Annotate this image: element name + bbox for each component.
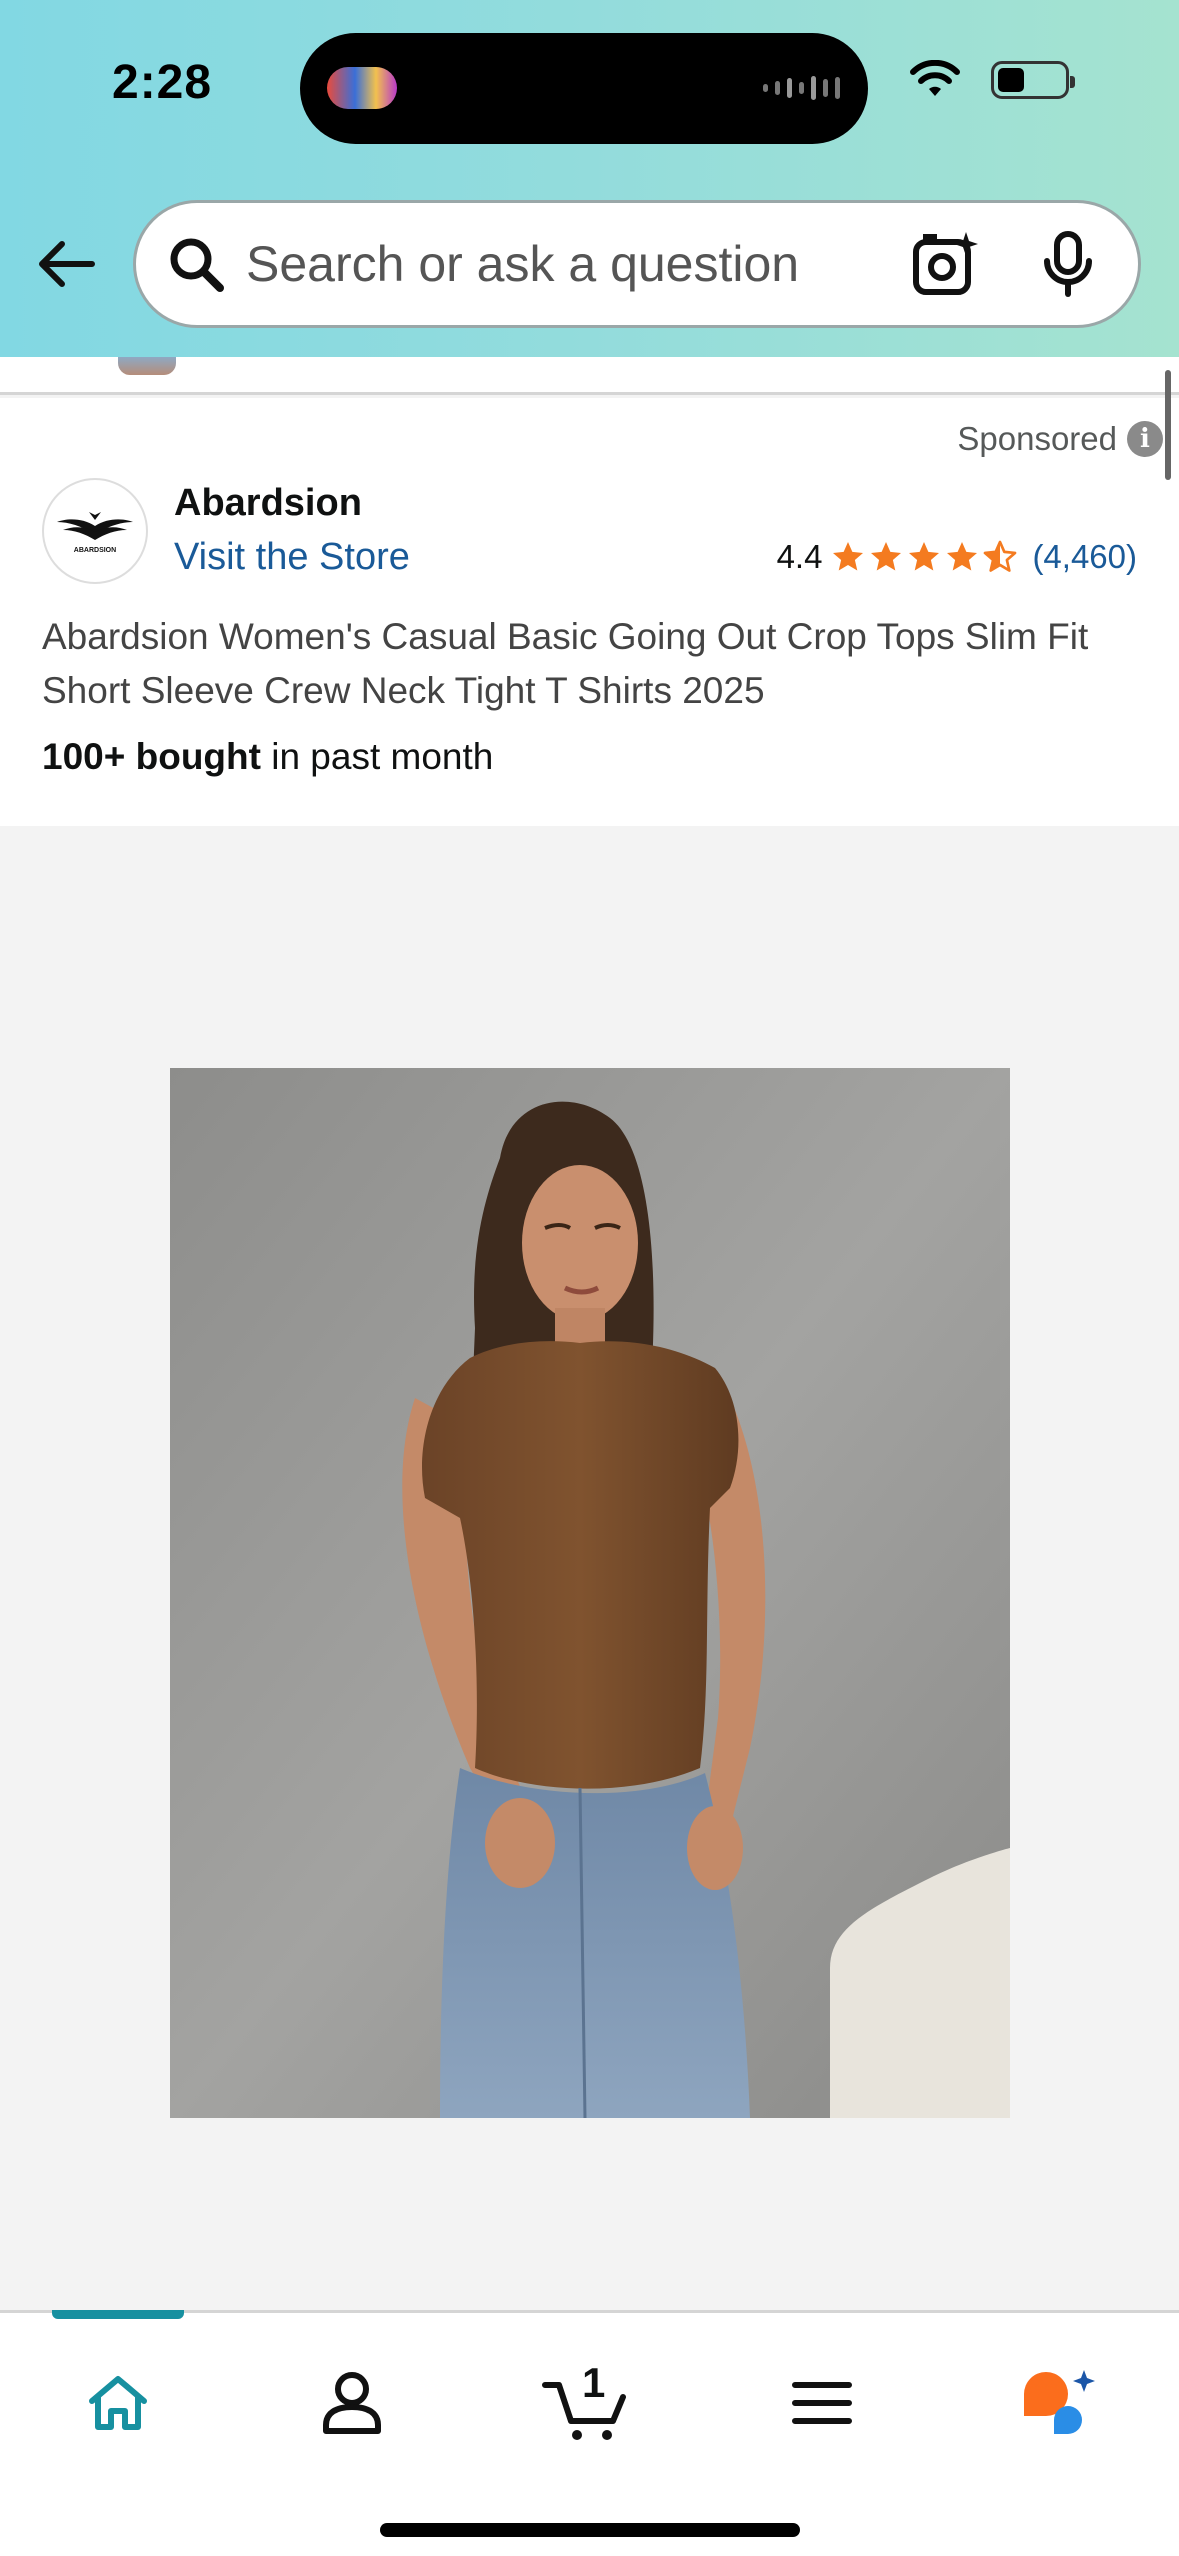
search-bar[interactable] <box>133 200 1141 328</box>
menu-icon <box>792 2382 852 2424</box>
previous-result-thumbnail[interactable] <box>118 357 176 375</box>
back-arrow-icon <box>39 241 95 287</box>
bottom-navigation: 1 <box>0 2310 1179 2556</box>
star-icon <box>871 542 902 571</box>
search-input[interactable] <box>246 235 908 293</box>
status-icons <box>909 60 1075 100</box>
info-icon[interactable]: i <box>1127 421 1163 457</box>
brand-logo[interactable]: ABARDSION <box>42 478 148 584</box>
product-image-area[interactable] <box>0 826 1179 2312</box>
battery-icon <box>991 61 1075 99</box>
nav-home-button[interactable] <box>68 2353 168 2453</box>
back-button[interactable] <box>34 232 98 296</box>
product-title[interactable]: Abardsion Women's Casual Basic Going Out… <box>42 610 1142 718</box>
product-image[interactable] <box>170 1068 1010 2118</box>
half-star-icon <box>984 540 1017 572</box>
wifi-icon <box>910 60 960 96</box>
home-icon <box>89 2376 147 2430</box>
status-time: 2:28 <box>112 56 213 109</box>
star-icon <box>833 542 864 571</box>
star-icon <box>947 542 978 571</box>
camera-lens-icon[interactable] <box>908 228 980 300</box>
home-indicator <box>380 2523 800 2537</box>
logo-text: ABARDSION <box>74 547 116 554</box>
account-icon <box>323 2372 381 2434</box>
scroll-indicator[interactable] <box>1165 370 1171 480</box>
rating[interactable]: 4.4 (4,460) <box>777 538 1137 576</box>
visit-store-link[interactable]: Visit the Store <box>174 536 410 579</box>
nav-cart-button[interactable]: 1 <box>536 2353 636 2453</box>
bought-count: 100+ bought in past month <box>42 736 493 778</box>
bought-count-suffix: in past month <box>260 736 494 777</box>
cart-count-badge: 1 <box>582 2359 606 2406</box>
microphone-icon[interactable] <box>1036 228 1100 300</box>
dynamic-island <box>300 33 868 144</box>
search-icon[interactable] <box>164 232 228 296</box>
nav-rufus-button[interactable] <box>1008 2353 1108 2453</box>
brand-name: Abardsion <box>174 482 362 524</box>
nav-account-button[interactable] <box>302 2353 402 2453</box>
audio-wave-icon <box>763 73 840 103</box>
rufus-assistant-icon <box>1024 2370 1095 2434</box>
bought-count-bold: 100+ bought <box>42 736 261 777</box>
app-header: 2:28 <box>0 0 1179 357</box>
live-activity-avatar <box>327 67 397 109</box>
sponsored-label[interactable]: Sponsored i <box>957 420 1163 458</box>
nav-menu-button[interactable] <box>772 2353 872 2453</box>
previous-result-card[interactable] <box>0 357 1179 395</box>
rating-value: 4.4 <box>776 538 823 575</box>
star-icon <box>909 542 940 571</box>
active-tab-indicator <box>52 2310 184 2319</box>
sponsored-text: Sponsored <box>957 420 1117 457</box>
review-count[interactable]: (4,460) <box>1032 538 1137 576</box>
star-rating-icons <box>830 539 1018 575</box>
sponsored-brand-card[interactable]: Sponsored i ABARDSION Abardsion Visit th… <box>0 398 1179 826</box>
